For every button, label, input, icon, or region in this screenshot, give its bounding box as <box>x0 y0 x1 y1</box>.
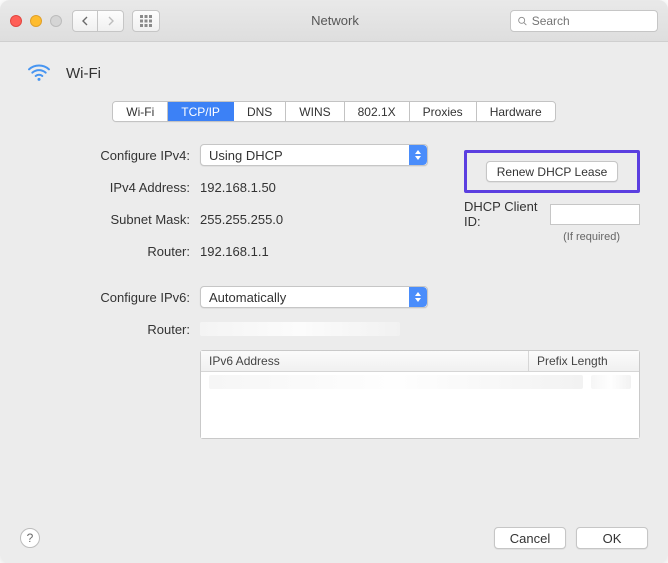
ipv4-address-value: 192.168.1.50 <box>200 180 276 195</box>
col-ipv6-address[interactable]: IPv6 Address <box>201 351 529 371</box>
back-button[interactable] <box>72 10 98 32</box>
footer: ? Cancel OK <box>20 527 648 549</box>
tab-dns[interactable]: DNS <box>234 102 286 121</box>
close-window[interactable] <box>10 15 22 27</box>
label-subnet-mask: Subnet Mask: <box>64 212 200 227</box>
router-value: 192.168.1.1 <box>200 244 269 259</box>
help-button[interactable]: ? <box>20 528 40 548</box>
renew-dhcp-lease-button[interactable]: Renew DHCP Lease <box>486 161 619 182</box>
titlebar: Network <box>0 0 668 42</box>
configure-ipv4-value: Using DHCP <box>209 148 283 163</box>
zoom-window <box>50 15 62 27</box>
page-title: Wi-Fi <box>66 65 101 82</box>
table-row[interactable] <box>201 372 639 392</box>
label-dhcp-client-id: DHCP Client ID: <box>464 199 544 229</box>
subnet-mask-value: 255.255.255.0 <box>200 212 283 227</box>
label-router6: Router: <box>64 322 200 337</box>
configure-ipv6-select[interactable]: Automatically <box>200 286 428 308</box>
tab-tcpip[interactable]: TCP/IP <box>168 102 234 121</box>
search-icon <box>517 15 528 27</box>
label-ipv4-address: IPv4 Address: <box>64 180 200 195</box>
tabbar: Wi-FiTCP/IPDNSWINS802.1XProxiesHardware <box>112 101 555 122</box>
col-prefix-length[interactable]: Prefix Length <box>529 351 639 371</box>
prefix-length-redacted <box>591 375 631 389</box>
window-controls <box>10 15 62 27</box>
tab-hardware[interactable]: Hardware <box>477 102 555 121</box>
label-configure-ipv4: Configure IPv4: <box>64 148 200 163</box>
window-title: Network <box>160 13 510 28</box>
renew-highlight-box: Renew DHCP Lease <box>464 150 640 193</box>
tab-wins[interactable]: WINS <box>286 102 344 121</box>
configure-ipv4-select[interactable]: Using DHCP <box>200 144 428 166</box>
router6-value-redacted <box>200 322 400 336</box>
wifi-icon <box>24 56 54 91</box>
show-all-button[interactable] <box>132 10 160 32</box>
page-header: Wi-Fi <box>24 56 644 91</box>
search-input[interactable] <box>532 14 651 28</box>
configure-ipv6-value: Automatically <box>209 290 286 305</box>
chevron-updown-icon <box>409 145 427 165</box>
ok-button[interactable]: OK <box>576 527 648 549</box>
table-header: IPv6 Address Prefix Length <box>201 351 639 372</box>
tab-proxies[interactable]: Proxies <box>410 102 477 121</box>
label-router: Router: <box>64 244 200 259</box>
nav-buttons <box>72 10 124 32</box>
minimize-window[interactable] <box>30 15 42 27</box>
tab-wifi[interactable]: Wi-Fi <box>113 102 168 121</box>
search-field-wrap[interactable] <box>510 10 658 32</box>
dhcp-client-id-input[interactable] <box>550 204 640 225</box>
chevron-updown-icon <box>409 287 427 307</box>
right-column: Renew DHCP Lease DHCP Client ID: (If req… <box>464 150 640 243</box>
cancel-button[interactable]: Cancel <box>494 527 566 549</box>
tabs-container: Wi-FiTCP/IPDNSWINS802.1XProxiesHardware <box>24 101 644 122</box>
if-required-hint: (If required) <box>464 231 640 243</box>
forward-button[interactable] <box>98 10 124 32</box>
label-configure-ipv6: Configure IPv6: <box>64 290 200 305</box>
ipv6-table: IPv6 Address Prefix Length <box>200 350 640 439</box>
content-area: Wi-Fi Wi-FiTCP/IPDNSWINS802.1XProxiesHar… <box>0 42 668 457</box>
network-prefs-window: Network Wi-Fi Wi-FiTCP/IPDNSWINS802.1XPr… <box>0 0 668 563</box>
tab-8021x[interactable]: 802.1X <box>345 102 410 121</box>
ipv6-address-redacted <box>209 375 583 389</box>
table-body[interactable] <box>201 372 639 438</box>
